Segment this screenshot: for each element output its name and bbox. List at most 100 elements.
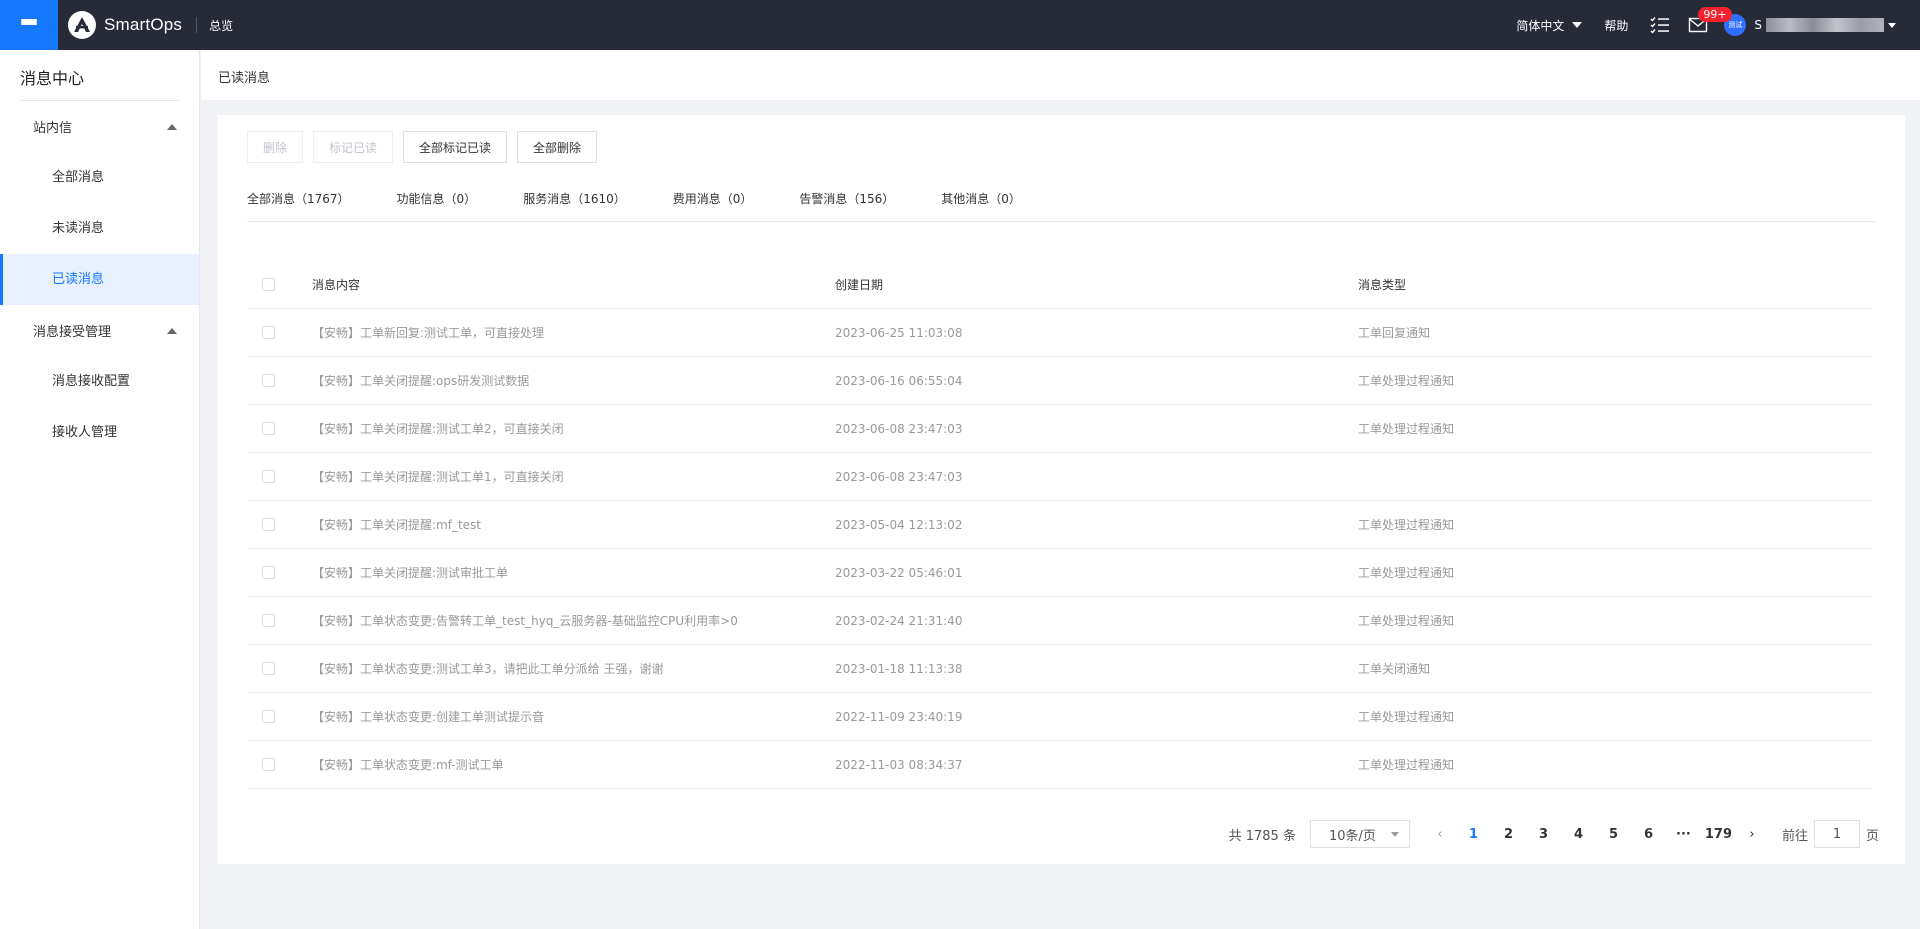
brand-name: SmartOps <box>104 15 183 34</box>
message-date: 2023-03-22 05:46:01 <box>835 565 963 580</box>
sidebar-item-recipient-management[interactable]: 接收人管理 <box>0 407 199 458</box>
page-number[interactable]: 2 <box>1491 827 1526 842</box>
top-navbar: SmartOps 总览 简体中文 帮助 99+ 测试 S <box>0 0 1920 50</box>
message-content[interactable]: 【安畅】工单状态变更:mf-测试工单 <box>312 756 835 773</box>
menu-toggle-button[interactable] <box>0 0 58 50</box>
message-content[interactable]: 【安畅】工单状态变更:告警转工单_test_hyq_云服务器-基础监控CPU利用… <box>312 612 835 629</box>
page-size-value: 10条/页 <box>1328 828 1376 844</box>
row-checkbox[interactable] <box>262 662 275 675</box>
message-panel: 删除 标记已读 全部标记已读 全部删除 全部消息（1767） 功能信息（0） 服… <box>217 115 1905 864</box>
goto-page-input[interactable] <box>1813 820 1860 848</box>
message-type: 工单处理过程通知 <box>1358 518 1455 532</box>
sidebar-item-unread-messages[interactable]: 未读消息 <box>0 203 199 254</box>
sidebar-group-label: 消息接受管理 <box>33 325 112 340</box>
next-page-icon[interactable]: › <box>1736 827 1768 842</box>
table-row[interactable]: 【安畅】工单状态变更:创建工单测试提示音 2022-11-09 23:40:19 工… <box>247 693 1873 741</box>
delete-all-button[interactable]: 全部删除 <box>517 131 598 163</box>
message-date: 2023-06-16 06:55:04 <box>835 373 963 388</box>
mark-all-read-button[interactable]: 全部标记已读 <box>403 131 508 163</box>
page-number[interactable]: 6 <box>1631 827 1666 842</box>
sidebar-group-inbox[interactable]: 站内信 <box>0 101 199 152</box>
tab-service-messages[interactable]: 服务消息（1610） <box>523 190 626 221</box>
page-size-select[interactable]: 10条/页 <box>1309 820 1410 848</box>
row-checkbox[interactable] <box>262 374 275 387</box>
page-number[interactable]: 1 <box>1456 827 1491 842</box>
sidebar: 消息中心 站内信 全部消息 未读消息 已读消息 消息接受管理 消息接收配置 接收… <box>0 50 200 929</box>
hamburger-icon <box>21 18 37 32</box>
row-checkbox[interactable] <box>262 758 275 771</box>
row-checkbox[interactable] <box>262 326 275 339</box>
sidebar-group-label: 站内信 <box>33 121 73 136</box>
message-content[interactable]: 【安畅】工单状态变更:创建工单测试提示音 <box>312 708 835 725</box>
page-number[interactable]: 179 <box>1701 827 1736 842</box>
tab-alert-messages[interactable]: 告警消息（156） <box>799 190 894 221</box>
row-checkbox[interactable] <box>262 710 275 723</box>
header-content: 消息内容 <box>312 278 361 292</box>
caret-up-icon <box>167 327 177 334</box>
message-content[interactable]: 【安畅】工单新回复:测试工单，可直接处理 <box>312 324 835 341</box>
pagination: 共 1785 条 10条/页 ‹ 123456···179 › 前往 页 <box>1229 820 1879 848</box>
select-all-checkbox[interactable] <box>262 278 275 291</box>
header-date: 创建日期 <box>835 278 884 292</box>
message-table: 消息内容 创建日期 消息类型 【安畅】工单新回复:测试工单，可直接处理 2023-… <box>247 261 1873 789</box>
message-content[interactable]: 【安畅】工单关闭提醒:测试工单1，可直接关闭 <box>312 468 835 485</box>
message-type: 工单关闭通知 <box>1358 662 1431 676</box>
message-type: 工单处理过程通知 <box>1358 422 1455 436</box>
message-date: 2023-06-25 11:03:08 <box>835 325 963 340</box>
user-menu[interactable]: S <box>1754 18 1896 32</box>
row-checkbox[interactable] <box>262 518 275 531</box>
mail-button[interactable]: 99+ <box>1688 7 1732 34</box>
table-row[interactable]: 【安畅】工单关闭提醒:ops研发测试数据 2023-06-16 06:55:04 工… <box>247 357 1873 405</box>
table-row[interactable]: 【安畅】工单新回复:测试工单，可直接处理 2023-06-25 11:03:08 工… <box>247 309 1873 357</box>
sidebar-item-all-messages[interactable]: 全部消息 <box>0 152 199 203</box>
row-checkbox[interactable] <box>262 614 275 627</box>
table-row[interactable]: 【安畅】工单状态变更:测试工单3，请把此工单分派给 王强，谢谢 2023-01-1… <box>247 645 1873 693</box>
goto-suffix: 页 <box>1865 828 1879 844</box>
message-content[interactable]: 【安畅】工单状态变更:测试工单3，请把此工单分派给 王强，谢谢 <box>312 660 835 677</box>
table-row[interactable]: 【安畅】工单状态变更:告警转工单_test_hyq_云服务器-基础监控CPU利用… <box>247 597 1873 645</box>
table-row[interactable]: 【安畅】工单关闭提醒:测试工单2，可直接关闭 2023-06-08 23:47:0… <box>247 405 1873 453</box>
breadcrumb: 已读消息 <box>201 50 1920 100</box>
nav-overview-link[interactable]: 总览 <box>209 17 233 34</box>
tab-feature-messages[interactable]: 功能信息（0） <box>397 190 477 221</box>
mail-count-badge: 99+ <box>1698 7 1732 22</box>
language-selector[interactable]: 简体中文 <box>1516 17 1583 34</box>
sidebar-group-receive-management[interactable]: 消息接受管理 <box>0 305 199 356</box>
mark-read-button[interactable]: 标记已读 <box>313 131 394 163</box>
sidebar-item-read-messages[interactable]: 已读消息 <box>0 254 199 305</box>
help-link[interactable]: 帮助 <box>1604 17 1628 34</box>
table-row[interactable]: 【安畅】工单状态变更:mf-测试工单 2022-11-03 08:34:37 工单处… <box>247 741 1873 789</box>
nav-divider <box>196 17 198 33</box>
tab-billing-messages[interactable]: 费用消息（0） <box>673 190 753 221</box>
message-date: 2023-01-18 11:13:38 <box>835 661 963 676</box>
task-list-icon[interactable] <box>1650 16 1670 34</box>
row-checkbox[interactable] <box>262 470 275 483</box>
user-caret-down-icon <box>1888 22 1896 28</box>
message-content[interactable]: 【安畅】工单关闭提醒:ops研发测试数据 <box>312 372 835 389</box>
page-ellipsis[interactable]: ··· <box>1666 827 1701 842</box>
page-number[interactable]: 5 <box>1596 827 1631 842</box>
row-checkbox[interactable] <box>262 566 275 579</box>
tab-other-messages[interactable]: 其他消息（0） <box>941 190 1021 221</box>
table-row[interactable]: 【安畅】工单关闭提醒:测试工单1，可直接关闭 2023-06-08 23:47:0… <box>247 453 1873 501</box>
prev-page-icon[interactable]: ‹ <box>1424 827 1456 842</box>
tab-all-messages[interactable]: 全部消息（1767） <box>247 190 350 221</box>
table-row[interactable]: 【安畅】工单关闭提醒:mf_test 2023-05-04 12:13:02 工单处… <box>247 501 1873 549</box>
row-checkbox[interactable] <box>262 422 275 435</box>
message-content[interactable]: 【安畅】工单关闭提醒:mf_test <box>312 516 835 533</box>
message-content[interactable]: 【安畅】工单关闭提醒:测试工单2，可直接关闭 <box>312 420 835 437</box>
user-initial: S <box>1754 18 1762 32</box>
sidebar-title: 消息中心 <box>20 69 85 88</box>
table-row[interactable]: 【安畅】工单关闭提醒:测试审批工单 2023-03-22 05:46:01 工单处理… <box>247 549 1873 597</box>
sidebar-item-receive-config[interactable]: 消息接收配置 <box>0 356 199 407</box>
page-number[interactable]: 4 <box>1561 827 1596 842</box>
delete-button[interactable]: 删除 <box>247 131 304 163</box>
language-label: 简体中文 <box>1516 18 1565 33</box>
goto-prefix: 前往 <box>1781 828 1808 844</box>
caret-up-icon <box>167 123 177 130</box>
message-date: 2023-06-08 23:47:03 <box>835 469 963 484</box>
page-number[interactable]: 3 <box>1526 827 1561 842</box>
message-content[interactable]: 【安畅】工单关闭提醒:测试审批工单 <box>312 564 835 581</box>
message-type-tabs: 全部消息（1767） 功能信息（0） 服务消息（1610） 费用消息（0） 告警… <box>247 190 1875 222</box>
logo[interactable]: SmartOps <box>68 11 182 39</box>
